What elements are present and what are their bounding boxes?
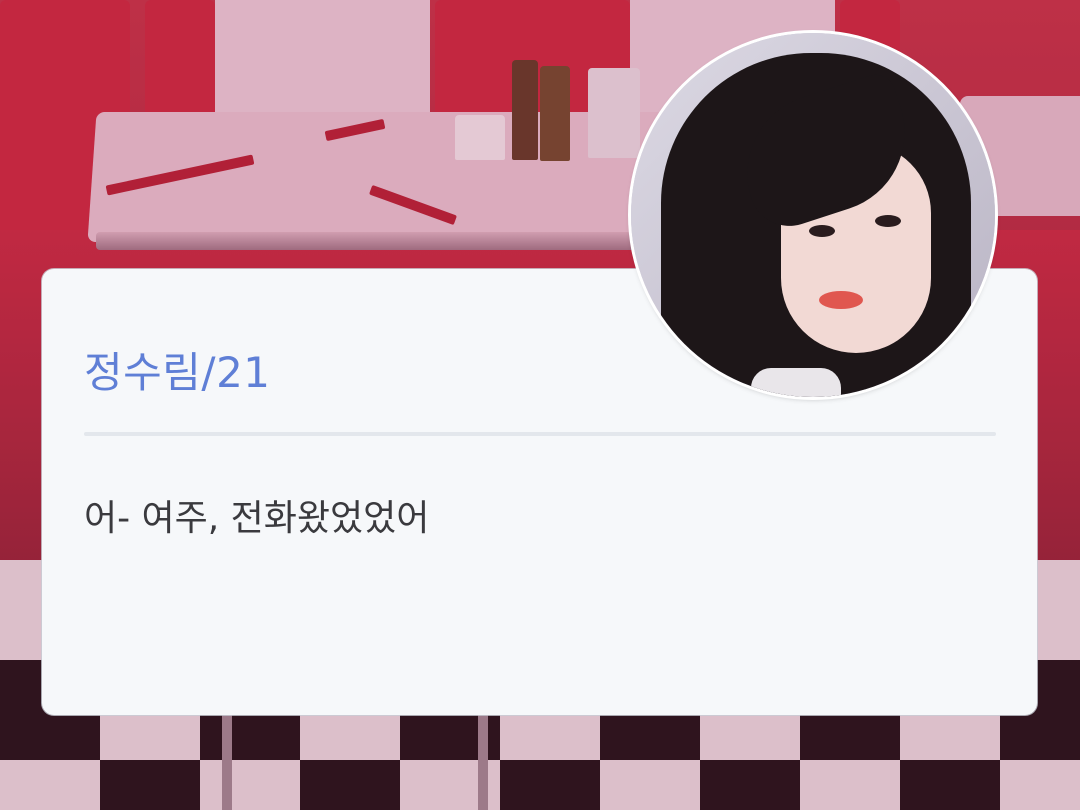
- avatar[interactable]: [631, 33, 995, 397]
- avatar-lips: [819, 291, 863, 309]
- profile-name: 정수림/21: [84, 348, 271, 397]
- avatar-eye: [875, 215, 901, 227]
- divider: [84, 432, 996, 436]
- avatar-eye: [809, 225, 835, 237]
- avatar-collar: [751, 368, 841, 397]
- profile-message: 어- 여주, 전화왔었었어: [84, 498, 430, 539]
